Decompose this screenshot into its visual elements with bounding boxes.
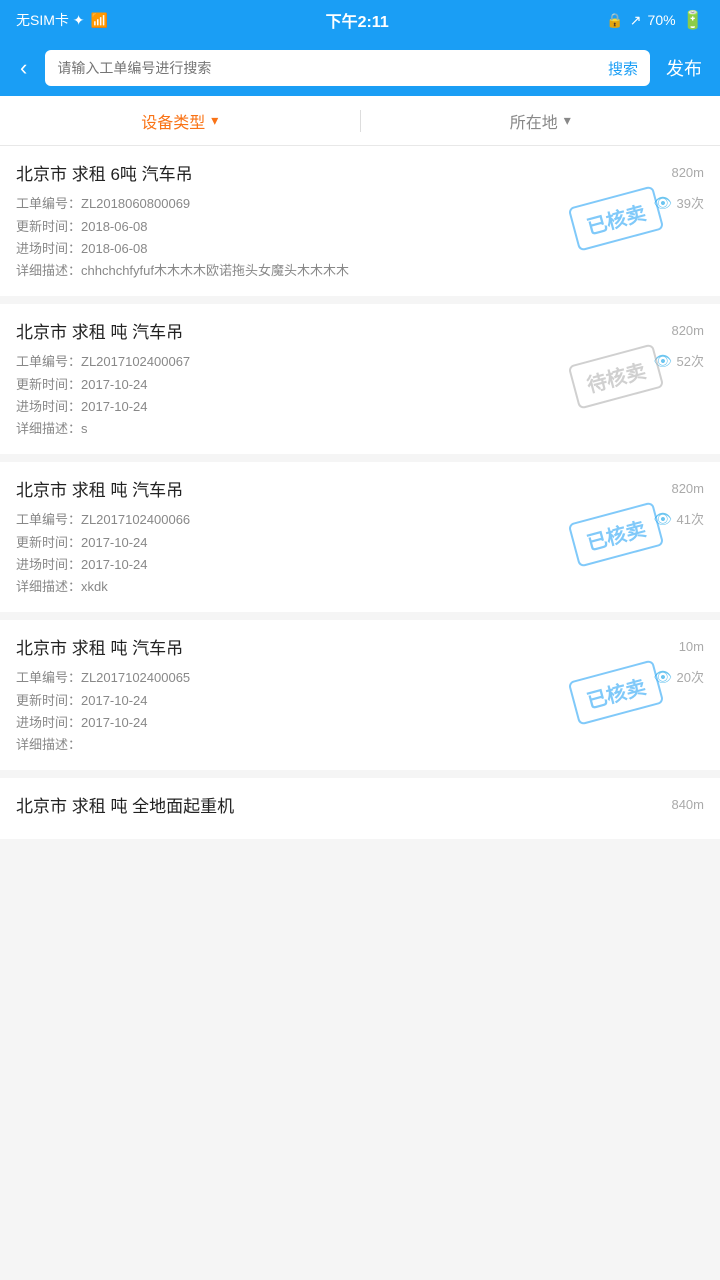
view-count: 52次 xyxy=(677,351,704,370)
item-list: 北京市 求租 6吨 汽车吊 820m 工单编号：ZL2018060800069 … xyxy=(0,146,720,839)
item-header: 北京市 求租 吨 汽车吊 10m xyxy=(16,634,704,659)
item-header: 北京市 求租 6吨 汽车吊 820m xyxy=(16,160,704,185)
item-header: 北京市 求租 吨 汽车吊 820m xyxy=(16,318,704,343)
item-entry-time: 进场时间：2017-10-24 xyxy=(16,712,704,731)
item-distance: 820m xyxy=(671,165,704,180)
filter-location-arrow: ▾ xyxy=(564,112,571,129)
filter-location-label: 所在地 xyxy=(510,109,558,133)
status-left: 无SIM卡 ✦ 📶 xyxy=(16,10,108,30)
status-bar: 无SIM卡 ✦ 📶 下午2:11 🔒 ↗ 70% 🔋 xyxy=(0,0,720,40)
item-header: 北京市 求租 吨 汽车吊 820m xyxy=(16,476,704,501)
item-distance: 10m xyxy=(679,639,704,654)
item-entry-time: 进场时间：2018-06-08 xyxy=(16,238,704,257)
view-count: 41次 xyxy=(677,509,704,528)
item-order-row: 工单编号：ZL2017102400067 👁 52次 xyxy=(16,351,704,370)
item-order-row: 工单编号：ZL2017102400066 👁 41次 xyxy=(16,509,704,528)
no-sim-text: 无SIM卡 ✦ xyxy=(16,10,85,30)
item-title: 北京市 求租 吨 汽车吊 xyxy=(16,318,183,343)
eye-icon: 👁 xyxy=(653,510,672,528)
item-title: 北京市 求租 吨 全地面起重机 xyxy=(16,792,234,817)
filter-bar: 设备类型 ▾ 所在地 ▾ xyxy=(0,96,720,146)
filter-device-label: 设备类型 xyxy=(141,109,205,133)
header: ‹ 搜索 发布 xyxy=(0,40,720,96)
item-order-no: 工单编号：ZL2017102400066 xyxy=(16,509,190,528)
battery-text: 70% xyxy=(648,12,676,28)
eye-icon: 👁 xyxy=(653,668,672,686)
item-order-no: 工单编号：ZL2018060800069 xyxy=(16,193,190,212)
item-update-time: 更新时间：2017-10-24 xyxy=(16,690,704,709)
item-order-no: 工单编号：ZL2017102400067 xyxy=(16,351,190,370)
wifi-icon: 📶 xyxy=(91,12,108,29)
item-order-row: 工单编号：ZL2017102400065 👁 20次 xyxy=(16,667,704,686)
item-header: 北京市 求租 吨 全地面起重机 840m xyxy=(16,792,704,817)
view-count: 39次 xyxy=(677,193,704,212)
item-distance: 840m xyxy=(671,797,704,812)
filter-location[interactable]: 所在地 ▾ xyxy=(361,109,720,133)
battery-icon: 🔋 xyxy=(682,10,704,31)
search-container: 搜索 xyxy=(45,50,650,86)
item-order-no: 工单编号：ZL2017102400065 xyxy=(16,667,190,686)
back-button[interactable]: ‹ xyxy=(12,51,35,85)
item-views: 👁 39次 xyxy=(653,193,704,212)
item-description: 详细描述：xkdk xyxy=(16,576,704,595)
search-button[interactable]: 搜索 xyxy=(596,58,650,79)
item-entry-time: 进场时间：2017-10-24 xyxy=(16,396,704,415)
location-icon: ↗ xyxy=(630,12,642,29)
filter-device-type[interactable]: 设备类型 ▾ xyxy=(0,109,360,133)
item-description: 详细描述：chhchchfyfuf木木木木欧诺拖头女魔头木木木木 xyxy=(16,260,704,279)
item-distance: 820m xyxy=(671,323,704,338)
item-update-time: 更新时间：2017-10-24 xyxy=(16,374,704,393)
item-entry-time: 进场时间：2017-10-24 xyxy=(16,554,704,573)
item-views: 👁 20次 xyxy=(653,667,704,686)
list-item[interactable]: 北京市 求租 吨 汽车吊 10m 工单编号：ZL2017102400065 👁 … xyxy=(0,620,720,770)
list-item[interactable]: 北京市 求租 吨 汽车吊 820m 工单编号：ZL2017102400066 👁… xyxy=(0,462,720,612)
status-time: 下午2:11 xyxy=(326,8,389,32)
item-title: 北京市 求租 6吨 汽车吊 xyxy=(16,160,193,185)
item-title: 北京市 求租 吨 汽车吊 xyxy=(16,476,183,501)
item-update-time: 更新时间：2018-06-08 xyxy=(16,216,704,235)
eye-icon: 👁 xyxy=(653,352,672,370)
list-item[interactable]: 北京市 求租 吨 全地面起重机 840m xyxy=(0,778,720,839)
list-item[interactable]: 北京市 求租 吨 汽车吊 820m 工单编号：ZL2017102400067 👁… xyxy=(0,304,720,454)
publish-button[interactable]: 发布 xyxy=(660,51,708,85)
search-input[interactable] xyxy=(45,60,596,76)
lock-icon: 🔒 xyxy=(606,12,623,29)
item-update-time: 更新时间：2017-10-24 xyxy=(16,532,704,551)
item-order-row: 工单编号：ZL2018060800069 👁 39次 xyxy=(16,193,704,212)
list-item[interactable]: 北京市 求租 6吨 汽车吊 820m 工单编号：ZL2018060800069 … xyxy=(0,146,720,296)
filter-device-arrow: ▾ xyxy=(211,112,218,129)
item-views: 👁 41次 xyxy=(653,509,704,528)
view-count: 20次 xyxy=(677,667,704,686)
status-right: 🔒 ↗ 70% 🔋 xyxy=(606,10,704,31)
item-distance: 820m xyxy=(671,481,704,496)
item-description: 详细描述： xyxy=(16,734,704,753)
item-title: 北京市 求租 吨 汽车吊 xyxy=(16,634,183,659)
eye-icon: 👁 xyxy=(653,194,672,212)
item-description: 详细描述：s xyxy=(16,418,704,437)
item-views: 👁 52次 xyxy=(653,351,704,370)
